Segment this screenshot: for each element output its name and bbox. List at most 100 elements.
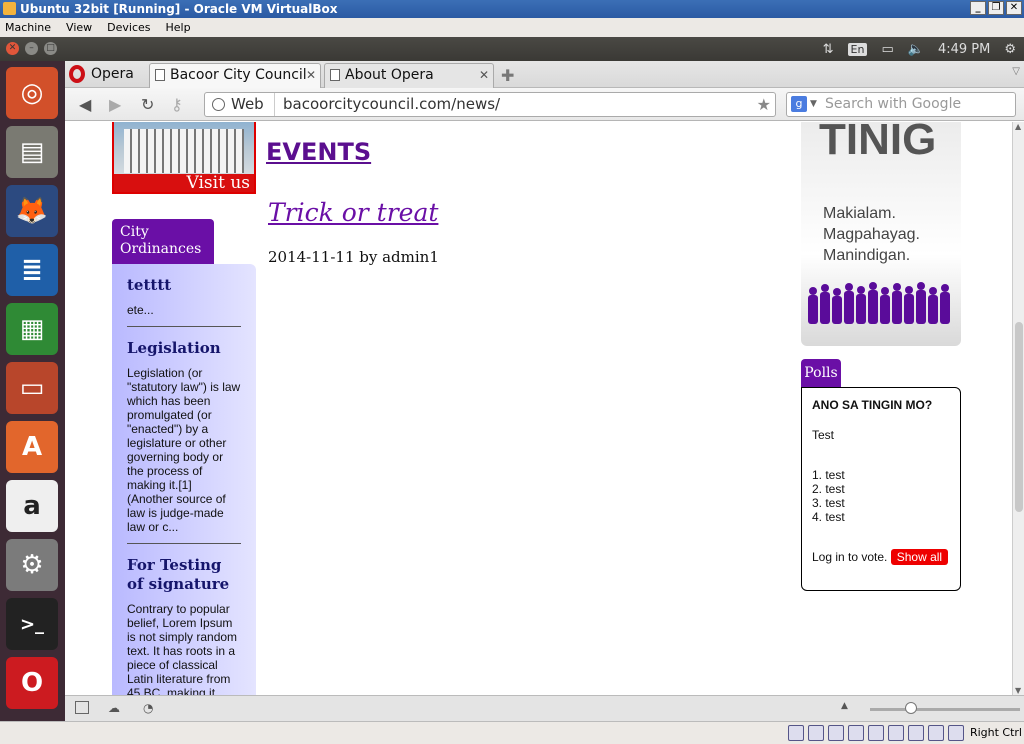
shared-folders-icon[interactable] — [868, 725, 884, 741]
usb-icon[interactable] — [908, 725, 924, 741]
tab-about-opera[interactable]: About Opera ✕ — [324, 63, 494, 88]
visit-us-banner[interactable]: Visit us — [112, 122, 256, 194]
keyboard-language-indicator[interactable]: En — [847, 42, 868, 56]
zoom-slider-track[interactable] — [870, 708, 1020, 711]
vertical-scrollbar[interactable]: ▲ ▼ — [1012, 122, 1024, 695]
forward-icon[interactable]: ▶ — [109, 95, 121, 114]
capture-icon[interactable] — [928, 725, 944, 741]
network-transfer-icon[interactable]: ⇅ — [823, 42, 834, 57]
system-settings-icon[interactable]: ⚙ — [6, 539, 58, 591]
ordinance-title[interactable]: tetttt — [127, 276, 241, 295]
tab-label: About Opera — [345, 67, 434, 83]
ubuntu-top-panel: ✕ – □ ⇅ En ▭ 🔈 4:49 PM ⚙ — [0, 37, 1024, 61]
hard-disk-icon[interactable] — [788, 725, 804, 741]
minimize-icon[interactable]: _ — [970, 1, 986, 15]
web-badge[interactable]: Web — [205, 93, 275, 116]
view-up-icon[interactable]: ▲ — [841, 701, 855, 714]
menu-help[interactable]: Help — [166, 21, 191, 34]
reload-icon[interactable]: ↻ — [141, 95, 154, 114]
events-heading[interactable]: EVENTS — [266, 138, 371, 166]
mouse-integration-icon[interactable] — [948, 725, 964, 741]
opera-browser-window: Opera Bacoor City Council ✕ About Opera … — [65, 61, 1024, 721]
calc-icon[interactable]: ▦ — [6, 303, 58, 355]
tab-label: Bacoor City Council — [170, 67, 307, 83]
vbox-device-icons — [788, 725, 964, 741]
impress-icon[interactable]: ▭ — [6, 362, 58, 414]
tab-close-icon[interactable]: ✕ — [306, 64, 316, 87]
login-to-vote-text[interactable]: Log in to vote. — [812, 550, 887, 564]
window-close-icon[interactable]: ✕ — [6, 42, 19, 55]
opera-menu-label: Opera — [91, 66, 134, 82]
url-text[interactable]: bacoorcitycouncil.com/news/ — [283, 93, 500, 116]
scroll-up-icon[interactable]: ▲ — [1015, 122, 1021, 131]
virtualbox-icon — [3, 2, 16, 15]
ordinance-excerpt: Contrary to popular belief, Lorem Ipsum … — [127, 602, 238, 695]
city-hall-image — [124, 129, 244, 173]
writer-icon[interactable]: ≣ — [6, 244, 58, 296]
tab-menu-chevron-icon[interactable]: ▽ — [1012, 66, 1020, 77]
network-icon[interactable] — [848, 725, 864, 741]
ordinance-excerpt: ete... — [127, 303, 154, 317]
settings-gear-icon[interactable]: ⚙ — [1004, 42, 1016, 57]
firefox-icon[interactable]: 🦊 — [6, 185, 58, 237]
tab-close-icon[interactable]: ✕ — [479, 64, 489, 87]
url-field[interactable]: Web bacoorcitycouncil.com/news/ ★ — [204, 92, 776, 117]
poll-login-row: Log in to vote. Show all — [812, 549, 950, 565]
tinig-title: TINIG — [819, 122, 937, 164]
battery-icon[interactable]: ▭ — [881, 42, 893, 57]
new-tab-icon[interactable]: ✚ — [501, 66, 514, 85]
audio-icon[interactable] — [828, 725, 844, 741]
close-icon[interactable]: ✕ — [1006, 1, 1022, 15]
bookmark-star-icon[interactable]: ★ — [757, 93, 771, 116]
display-icon[interactable] — [888, 725, 904, 741]
menu-view[interactable]: View — [66, 21, 92, 34]
slogan-line: Manindigan. — [823, 247, 911, 264]
post-title-link[interactable]: Trick or treat — [268, 198, 438, 227]
window-minimize-icon[interactable]: – — [25, 42, 38, 55]
ordinance-item: Legislation Legislation (or "statutory l… — [127, 339, 241, 544]
vbox-menu-bar: Machine View Devices Help — [0, 18, 1024, 37]
menu-devices[interactable]: Devices — [107, 21, 150, 34]
slogan-line: Magpahayag. — [823, 226, 920, 243]
panels-toggle-icon[interactable] — [75, 701, 89, 714]
scroll-thumb[interactable] — [1015, 322, 1023, 512]
poll-option: 3. test — [812, 496, 845, 510]
terminal-icon[interactable]: >_ — [6, 598, 58, 650]
search-placeholder: Search with Google — [825, 96, 962, 112]
optical-drive-icon[interactable] — [808, 725, 824, 741]
ordinance-title[interactable]: Legislation — [127, 339, 241, 358]
scroll-down-icon[interactable]: ▼ — [1015, 686, 1021, 695]
search-field[interactable]: g ▼ Search with Google — [786, 92, 1016, 117]
amazon-icon[interactable]: a — [6, 480, 58, 532]
ordinances-panel: tetttt ete... Legislation Legislation (o… — [112, 264, 256, 695]
tinig-banner[interactable]: TINIG Makialam. Magpahayag. Manindigan. — [801, 122, 961, 346]
vbox-title: Ubuntu 32bit [Running] - Oracle VM Virtu… — [20, 2, 338, 16]
software-center-icon[interactable]: A — [6, 421, 58, 473]
show-all-button[interactable]: Show all — [890, 549, 949, 565]
menu-machine[interactable]: Machine — [5, 21, 51, 34]
opera-unite-cloud-icon[interactable]: ☁ — [108, 701, 122, 715]
city-ordinances-tab[interactable]: City Ordinances — [112, 219, 214, 264]
key-icon[interactable]: ⚷ — [171, 95, 183, 114]
post-meta: 2014-11-11 by admin1 — [268, 248, 439, 266]
polls-tab[interactable]: Polls — [801, 359, 841, 387]
ordinance-title[interactable]: For Testing of signature — [127, 556, 241, 594]
search-engine-dropdown-icon[interactable]: ▼ — [810, 93, 817, 116]
opera-launcher-icon[interactable]: O — [6, 657, 58, 709]
web-label: Web — [231, 95, 264, 113]
files-icon[interactable]: ▤ — [6, 126, 58, 178]
volume-icon[interactable]: 🔈 — [908, 42, 924, 57]
ordinance-item: tetttt ete... — [127, 276, 241, 327]
clock[interactable]: 4:49 PM — [938, 42, 990, 57]
back-icon[interactable]: ◀ — [79, 95, 91, 114]
tab-bacoor-city-council[interactable]: Bacoor City Council ✕ — [149, 63, 321, 88]
ubuntu-dash-icon[interactable]: ◎ — [6, 67, 58, 119]
zoom-slider-knob[interactable] — [905, 702, 917, 714]
speed-dial-gauge-icon[interactable]: ◔ — [143, 701, 157, 715]
google-icon[interactable]: g — [791, 96, 807, 112]
system-tray: ⇅ En ▭ 🔈 4:49 PM ⚙ — [823, 37, 1016, 61]
opera-menu-button[interactable]: Opera — [65, 63, 145, 85]
restore-icon[interactable]: ❐ — [988, 1, 1004, 15]
poll-question: ANO SA TINGIN MO? — [812, 398, 933, 412]
window-maximize-icon[interactable]: □ — [44, 42, 57, 55]
